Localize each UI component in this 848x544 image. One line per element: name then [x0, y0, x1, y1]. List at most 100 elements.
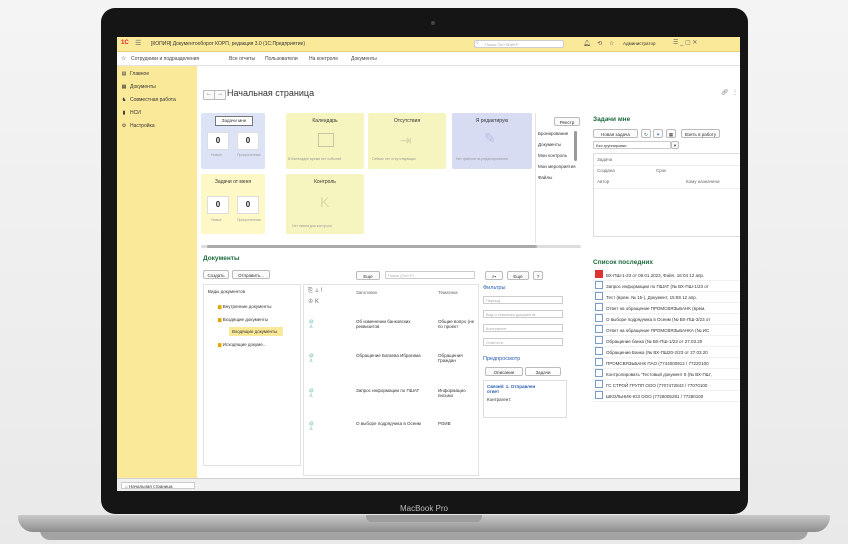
- recent-item[interactable]: ГС СТРОЙ ГРУПП ООО (7707472843 / 7707010…: [593, 380, 740, 391]
- recent-item[interactable]: ВХ-ПШ-1-23 от 09.01.2023, Файл, 16:04 12…: [593, 270, 740, 281]
- refresh-icon[interactable]: ↻: [641, 129, 651, 138]
- nav-link-reports[interactable]: Все отчеты: [229, 56, 255, 62]
- settings-icon[interactable]: ✦: [653, 129, 663, 138]
- filter-contractor[interactable]: Контрагент: [483, 324, 563, 332]
- row-title[interactable]: О выборе подрядчика в Осеим: [356, 421, 428, 426]
- recent-item[interactable]: О выборе подрядчика в Осеим (№ ВХ-ПШ-3/2…: [593, 314, 740, 325]
- filter-responsible[interactable]: Ответств: [483, 338, 563, 346]
- recent-item[interactable]: Ответ на обращение ПРОМСВЯЗЬБАНКА (№ ИС: [593, 325, 740, 336]
- new-count[interactable]: 0: [207, 196, 229, 214]
- search-icon[interactable]: ⌕▾: [485, 271, 503, 280]
- registry-item[interactable]: Файлы: [538, 175, 552, 180]
- preview-link[interactable]: Связей: 1. Отправлен ответ: [487, 384, 547, 394]
- sidebar-item-nsi[interactable]: ▮ НСИ: [121, 110, 141, 116]
- recent-item[interactable]: ПРОМСВЯЗЬБАНК ПАО (7744000912 / 77220100: [593, 358, 740, 369]
- take-work-button[interactable]: Взять в работу: [681, 129, 720, 138]
- row-subject[interactable]: Обращения Граждан: [438, 353, 476, 363]
- link-icon[interactable]: 🔗︎: [721, 89, 729, 96]
- favorites-star-icon[interactable]: ☆: [121, 55, 126, 62]
- menu-icon[interactable]: ☰: [135, 39, 141, 47]
- more-button-2[interactable]: Еще: [507, 271, 529, 280]
- new-count[interactable]: 0: [207, 132, 229, 150]
- sidebar-item-main[interactable]: ▤ Главное: [121, 71, 149, 77]
- col-header[interactable]: Заголовок: [356, 290, 377, 295]
- tree-item-internal[interactable]: ▆ Внутренние документы: [218, 304, 271, 309]
- preview-title[interactable]: Предпросмотр: [483, 356, 520, 362]
- tree-item-outgoing[interactable]: ▆ Исходящие докуме...: [218, 342, 267, 347]
- create-button[interactable]: Создать: [203, 270, 229, 279]
- chevron-down-icon[interactable]: ▾: [671, 141, 679, 149]
- bell-icon[interactable]: 🔔︎: [583, 41, 591, 47]
- row-subject[interactable]: Информацио письмо: [438, 388, 476, 398]
- recent-item[interactable]: Запрос информации по ПШАТ (№ ВХ-ПШ-1/23 …: [593, 281, 740, 292]
- recent-item[interactable]: Обращение банка (№ ВХ-ПШ-1/23 от 27.03.2…: [593, 336, 740, 347]
- nav-link-control[interactable]: На контроле: [309, 56, 338, 62]
- row-subject[interactable]: РОИВ: [438, 421, 476, 426]
- registry-item[interactable]: Бронирование: [538, 131, 568, 136]
- scrollbar[interactable]: [574, 131, 577, 161]
- col-deadline[interactable]: Срок: [656, 168, 666, 173]
- recent-item[interactable]: ШКОЛЬНИК-ЮЗ ООО (7728005281 / 77280100: [593, 391, 740, 402]
- tile-editing[interactable]: Я редактирую ✎ Нет файлов на редактирова…: [452, 113, 532, 169]
- filters-title[interactable]: Фильтры: [483, 285, 505, 291]
- sidebar-item-documents[interactable]: ▦ Документы: [121, 84, 156, 90]
- row-title[interactable]: Запрос информации по ПШАТ: [356, 388, 428, 393]
- calendar-icon[interactable]: ▦: [666, 129, 676, 138]
- sidebar-item-collab[interactable]: ♞ Совместная работа: [121, 97, 176, 103]
- tree-item-incoming-selected[interactable]: Входящие документы: [232, 329, 277, 334]
- tile-title: Задачи мне: [215, 116, 253, 126]
- filters-panel: Фильтры Период Вид и тематика документа …: [481, 284, 571, 474]
- more-button[interactable]: Еще: [356, 271, 380, 280]
- send-button[interactable]: Отправить...: [232, 270, 270, 279]
- more-icon[interactable]: ⋮: [732, 89, 738, 96]
- tab-description[interactable]: Описание: [485, 367, 523, 376]
- user-name[interactable]: Администратор: [623, 41, 655, 46]
- registry-item[interactable]: Мои мероприятия: [538, 164, 576, 169]
- tree-item-incoming[interactable]: ▆ Входящие документы: [218, 317, 268, 322]
- tree-item-root[interactable]: Виды документов: [208, 289, 245, 294]
- col-subject[interactable]: Тематика: [438, 290, 458, 295]
- sidebar-item-settings[interactable]: ⚙ Настройка: [121, 123, 155, 129]
- tile-tasks-from-me[interactable]: Задачи от меня 0 0 Новые Просроченные: [201, 174, 265, 234]
- recent-item[interactable]: Ответ на обращение ПРОМСВЯЗЬБАНК (врем.: [593, 303, 740, 314]
- history-icon[interactable]: ⟲: [597, 41, 602, 47]
- document-icon: [595, 369, 603, 377]
- tab-registry[interactable]: Реестр: [554, 117, 580, 126]
- forward-button[interactable]: →: [214, 90, 226, 100]
- grouping-select[interactable]: Без группировки: [593, 141, 671, 149]
- col-created[interactable]: Создана: [597, 168, 615, 173]
- row-icons: @ ♙: [309, 319, 314, 329]
- tile-control[interactable]: Контроль K Нет писем для контроля: [286, 174, 364, 234]
- recent-item[interactable]: Тест (врем. № 15-), Документ, 15:59 12 а…: [593, 292, 740, 303]
- tab-start-page[interactable]: ⌂ Начальная страница: [121, 482, 195, 489]
- tile-my-tasks[interactable]: Задачи мне 0 0 Новые Просроченные: [201, 113, 265, 169]
- recent-item[interactable]: Контролировать 'Тестовый документ 5 (№ В…: [593, 369, 740, 380]
- docs-search-input[interactable]: Поиск (Ctrl+F): [385, 271, 475, 279]
- row-title[interactable]: Обращение Багаева Ибрагима: [356, 353, 428, 358]
- nav-link-documents[interactable]: Документы: [351, 56, 377, 62]
- tile-calendar[interactable]: Календарь В Календаре время нет событий: [286, 113, 364, 169]
- global-search-input[interactable]: Поиск Ctrl+Shift+F: [474, 40, 564, 48]
- col-assigned[interactable]: Кому назначена: [686, 179, 720, 184]
- nav-link-users[interactable]: Пользователи: [265, 56, 298, 62]
- recent-item[interactable]: Обращение Банка (№ ВХ-ПШ20-2/23 от 27.03…: [593, 347, 740, 358]
- horizontal-scrollbar[interactable]: [201, 245, 581, 248]
- row-subject[interactable]: Общие вопро (не по проект: [438, 319, 476, 329]
- nav-link-staff[interactable]: Сотрудники и подразделения: [131, 56, 199, 62]
- star-icon[interactable]: ☆: [609, 41, 614, 47]
- tile-absences[interactable]: Отсутствия ⇥ Сейчас нет отсутствующих: [368, 113, 446, 169]
- overdue-count[interactable]: 0: [237, 196, 259, 214]
- help-button[interactable]: ?: [533, 271, 543, 280]
- col-author[interactable]: Автор: [597, 179, 609, 184]
- registry-item[interactable]: Документы: [538, 142, 561, 147]
- row-title[interactable]: Об изменении банковских реквизитов: [356, 319, 428, 329]
- documents-icon: ▦: [121, 84, 127, 90]
- filter-period[interactable]: Период: [483, 296, 563, 304]
- pdf-icon: [595, 270, 603, 278]
- tab-tasks[interactable]: Задачи: [525, 367, 561, 376]
- window-controls[interactable]: ☰ _ ▢ ✕: [673, 39, 697, 46]
- filter-doctype[interactable]: Вид и тематика документа: [483, 310, 563, 318]
- new-task-button[interactable]: Новая задача: [593, 129, 638, 138]
- registry-item[interactable]: Мои контроль: [538, 153, 567, 158]
- overdue-count[interactable]: 0: [237, 132, 259, 150]
